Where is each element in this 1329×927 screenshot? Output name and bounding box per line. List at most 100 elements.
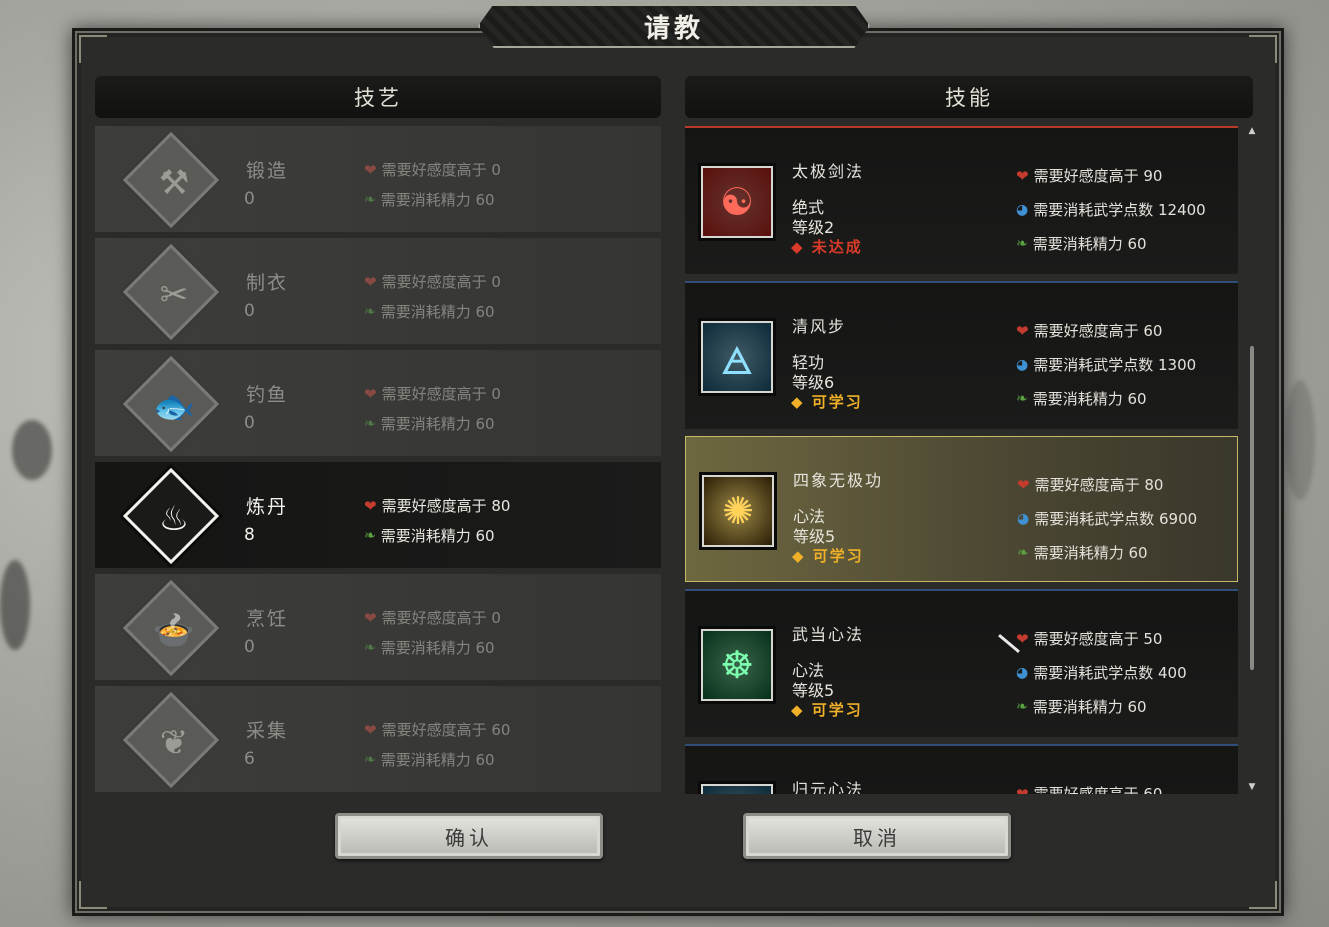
energy-leaf-icon: ❧ xyxy=(364,303,376,320)
corner-ornament xyxy=(79,881,107,909)
points-requirement-text: 需要消耗武学点数 1300 xyxy=(1033,356,1197,374)
martial-points-icon: ◕ xyxy=(1016,201,1029,218)
energy-leaf-icon: ❧ xyxy=(364,527,376,544)
heart-icon: ❤ xyxy=(364,272,377,291)
skill-name: 太极剑法 xyxy=(792,162,865,181)
affinity-requirement-text: 需要好感度高于 60 xyxy=(1033,322,1163,340)
martial-points-icon: ◕ xyxy=(1017,510,1030,527)
affinity-requirement-text: 需要好感度高于 60 xyxy=(1033,785,1163,794)
energy-requirement-text: 需要消耗精力 60 xyxy=(1032,390,1147,408)
energy-requirement-text: 需要消耗精力 60 xyxy=(380,751,495,769)
heart-icon: ❤ xyxy=(1016,784,1029,795)
craft-level: 8 xyxy=(244,525,255,545)
skill-status-text: 可学习 xyxy=(811,393,863,411)
skills-scrollbar[interactable]: ▲ ▼ xyxy=(1247,126,1257,796)
energy-requirement: ❧ 需要消耗精力 60 xyxy=(364,525,495,546)
skill-status: ◆ 可学习 xyxy=(791,701,863,719)
energy-requirement-text: 需要消耗精力 60 xyxy=(380,639,495,657)
skill-name: 归元心法 xyxy=(792,780,865,794)
craft-name: 制衣 xyxy=(246,272,289,294)
corner-ornament xyxy=(79,35,107,63)
affinity-requirement: ❤ 需要好感度高于 0 xyxy=(364,607,501,628)
craft-row[interactable]: ⚒ 锻造 0 ❤ 需要好感度高于 0 ❧ 需要消耗精力 60 xyxy=(95,126,661,232)
bowl-icon: 🍲 xyxy=(152,611,196,651)
skills-list: ☯ 太极剑法 绝式 等级2 ◆ 未达成 ❤ 需要好感度高于 90 ◕ 需要消耗武学点数 124… xyxy=(685,126,1238,794)
crafts-header: 技艺 xyxy=(95,76,661,118)
confirm-button[interactable]: 确认 xyxy=(335,813,603,859)
affinity-requirement-text: 需要好感度高于 0 xyxy=(381,161,501,179)
fish-icon: 🐟 xyxy=(152,387,196,427)
affinity-requirement-text: 需要好感度高于 50 xyxy=(1033,630,1163,648)
energy-leaf-icon: ❧ xyxy=(1017,544,1029,561)
craft-level: 0 xyxy=(244,413,255,433)
points-requirement: ◕ 需要消耗武学点数 12400 xyxy=(1016,199,1206,220)
crafts-list: ⚒ 锻造 0 ❤ 需要好感度高于 0 ❧ 需要消耗精力 60 ✂ 制衣 0 ❤ … xyxy=(95,126,661,794)
energy-requirement: ❧ 需要消耗精力 60 xyxy=(364,301,495,322)
craft-row[interactable]: 🐟 钓鱼 0 ❤ 需要好感度高于 0 ❧ 需要消耗精力 60 xyxy=(95,350,661,456)
heart-icon: ❤ xyxy=(364,496,377,515)
energy-requirement: ❧ 需要消耗精力 60 xyxy=(364,749,495,770)
skill-name: 清风步 xyxy=(792,317,847,336)
four-symbols-icon: ✺ xyxy=(702,475,774,547)
energy-leaf-icon: ❧ xyxy=(364,751,376,768)
skill-row[interactable]: ☯ 太极剑法 绝式 等级2 ◆ 未达成 ❤ 需要好感度高于 90 ◕ 需要消耗武学点数 124… xyxy=(685,126,1238,274)
skill-level: 等级6 xyxy=(792,373,835,392)
skill-status: ◆ 可学习 xyxy=(792,547,864,565)
skill-name: 四象无极功 xyxy=(793,471,884,490)
heart-icon: ❤ xyxy=(1016,629,1029,648)
energy-requirement-text: 需要消耗精力 60 xyxy=(380,415,495,433)
energy-requirement-text: 需要消耗精力 60 xyxy=(380,303,495,321)
skill-name: 武当心法 xyxy=(792,625,865,644)
energy-leaf-icon: ❧ xyxy=(364,415,376,432)
wind-step-icon: 🜁 xyxy=(701,321,773,393)
energy-requirement: ❧ 需要消耗精力 60 xyxy=(1016,233,1147,254)
craft-name: 钓鱼 xyxy=(246,384,289,406)
skill-level: 等级2 xyxy=(792,218,835,237)
corner-ornament xyxy=(1249,881,1277,909)
cancel-button[interactable]: 取消 xyxy=(743,813,1011,859)
skill-status-text: 可学习 xyxy=(811,701,863,719)
taiji-sword-icon: ☯ xyxy=(701,166,773,238)
craft-name: 采集 xyxy=(246,720,289,742)
affinity-requirement-text: 需要好感度高于 0 xyxy=(381,273,501,291)
energy-leaf-icon: ❧ xyxy=(364,639,376,656)
guiyuan-icon: ✦ xyxy=(701,784,773,794)
energy-requirement: ❧ 需要消耗精力 60 xyxy=(364,189,495,210)
skill-row[interactable]: ✺ 四象无极功 心法 等级5 ◆ 可学习 ❤ 需要好感度高于 80 ◕ 需要消耗武学点数 69… xyxy=(685,436,1238,582)
skill-status-text: 可学习 xyxy=(812,547,864,565)
heart-icon: ❤ xyxy=(1017,475,1030,494)
craft-row[interactable]: ❦ 采集 6 ❤ 需要好感度高于 60 ❧ 需要消耗精力 60 xyxy=(95,686,661,792)
skill-row[interactable]: ☸ 武当心法 心法 等级5 ◆ 可学习 ❤ 需要好感度高于 50 ◕ 需要消耗武学点数 400… xyxy=(685,589,1238,737)
affinity-requirement: ❤ 需要好感度高于 0 xyxy=(364,271,501,292)
skill-status: ◆ 可学习 xyxy=(791,393,863,411)
energy-requirement-text: 需要消耗精力 60 xyxy=(1033,544,1148,562)
skill-row[interactable]: ✦ 归元心法 ❤ 需要好感度高于 60 xyxy=(685,744,1238,794)
affinity-requirement: ❤ 需要好感度高于 80 xyxy=(1017,474,1163,495)
scroll-thumb[interactable] xyxy=(1250,346,1254,670)
craft-row[interactable]: ✂ 制衣 0 ❤ 需要好感度高于 0 ❧ 需要消耗精力 60 xyxy=(95,238,661,344)
points-requirement: ◕ 需要消耗武学点数 1300 xyxy=(1016,354,1196,375)
leaf-gather-icon: ❦ xyxy=(159,723,189,763)
skills-header: 技能 xyxy=(685,76,1253,118)
craft-row[interactable]: ♨ 炼丹 8 ❤ 需要好感度高于 80 ❧ 需要消耗精力 60 xyxy=(95,462,661,568)
craft-row[interactable]: 🍲 烹饪 0 ❤ 需要好感度高于 0 ❧ 需要消耗精力 60 xyxy=(95,574,661,680)
skill-status-text: 未达成 xyxy=(811,238,863,256)
affinity-requirement: ❤ 需要好感度高于 0 xyxy=(364,383,501,404)
craft-name: 炼丹 xyxy=(246,496,289,518)
energy-requirement: ❧ 需要消耗精力 60 xyxy=(1016,696,1147,717)
energy-leaf-icon: ❧ xyxy=(364,191,376,208)
skill-row[interactable]: 🜁 清风步 轻功 等级6 ◆ 可学习 ❤ 需要好感度高于 60 ◕ 需要消耗武学点数 1300… xyxy=(685,281,1238,429)
scroll-down-arrow-icon[interactable]: ▼ xyxy=(1247,782,1257,792)
energy-requirement: ❧ 需要消耗精力 60 xyxy=(1016,388,1147,409)
scroll-up-arrow-icon[interactable]: ▲ xyxy=(1247,126,1257,136)
craft-level: 6 xyxy=(244,749,255,769)
energy-leaf-icon: ❧ xyxy=(1016,235,1028,252)
wudang-heart-icon: ☸ xyxy=(701,629,773,701)
craft-name: 烹饪 xyxy=(246,608,289,630)
energy-requirement-text: 需要消耗精力 60 xyxy=(380,191,495,209)
skill-level: 等级5 xyxy=(792,681,835,700)
energy-requirement: ❧ 需要消耗精力 60 xyxy=(1017,542,1148,563)
energy-leaf-icon: ❧ xyxy=(1016,698,1028,715)
affinity-requirement-text: 需要好感度高于 80 xyxy=(381,497,511,515)
affinity-requirement-text: 需要好感度高于 0 xyxy=(381,609,501,627)
